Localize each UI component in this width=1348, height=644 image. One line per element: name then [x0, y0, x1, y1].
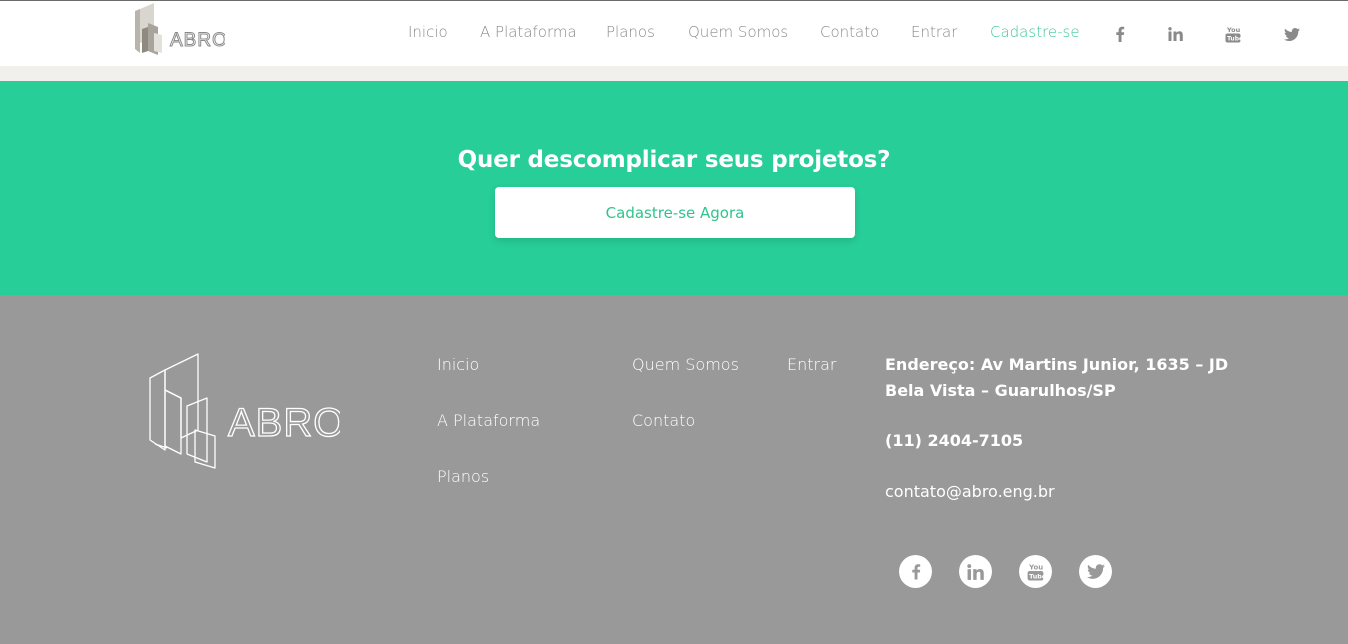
nav-entrar[interactable]: Entrar	[911, 23, 957, 41]
nav-contato[interactable]: Contato	[820, 23, 879, 41]
header-spacer	[0, 66, 1348, 81]
abro-footer-logo: ABRO	[149, 353, 340, 469]
site-footer: ABRO Inicio A Plataforma Planos Quem Som…	[0, 295, 1348, 644]
svg-text:Tube: Tube	[1029, 573, 1044, 580]
nav-planos[interactable]: Planos	[606, 23, 655, 41]
svg-text:ABRO: ABRO	[228, 401, 340, 445]
footer-link-a-plataforma[interactable]: A Plataforma	[437, 411, 540, 430]
twitter-icon[interactable]	[1283, 25, 1301, 43]
cta-section: Quer descomplicar seus projetos? Cadastr…	[0, 81, 1348, 295]
site-header: ABRO Inicio A Plataforma Planos Quem Som…	[0, 0, 1348, 66]
footer-address-line1: Endereço: Av Martins Junior, 1635 – JD	[885, 355, 1229, 374]
footer-facebook-icon[interactable]	[899, 555, 932, 588]
footer-twitter-icon[interactable]	[1079, 555, 1112, 588]
svg-text:You: You	[1028, 563, 1043, 571]
svg-text:You: You	[1226, 26, 1241, 34]
nav-inicio[interactable]: Inicio	[408, 23, 448, 41]
youtube-icon[interactable]: You Tube	[1224, 25, 1242, 43]
footer-link-planos[interactable]: Planos	[437, 467, 489, 486]
footer-link-quem-somos[interactable]: Quem Somos	[632, 355, 739, 374]
nav-cadastre-se[interactable]: Cadastre-se	[990, 23, 1080, 41]
main-nav: Inicio A Plataforma Planos Quem Somos Co…	[0, 23, 1348, 47]
nav-a-plataforma[interactable]: A Plataforma	[480, 23, 577, 41]
svg-text:Tube: Tube	[1227, 36, 1241, 43]
cta-title: Quer descomplicar seus projetos?	[457, 147, 891, 173]
footer-youtube-icon[interactable]: You Tube	[1019, 555, 1052, 588]
nav-quem-somos[interactable]: Quem Somos	[688, 23, 788, 41]
footer-phone: (11) 2404-7105	[885, 431, 1024, 450]
footer-email[interactable]: contato@abro.eng.br	[885, 479, 1055, 505]
footer-link-entrar[interactable]: Entrar	[787, 355, 836, 374]
footer-link-contato[interactable]: Contato	[632, 411, 695, 430]
footer-address-line2: Bela Vista – Guarulhos/SP	[885, 381, 1116, 400]
facebook-icon[interactable]	[1111, 25, 1129, 43]
footer-link-inicio[interactable]: Inicio	[437, 355, 479, 374]
footer-linkedin-icon[interactable]	[959, 555, 992, 588]
signup-now-button[interactable]: Cadastre-se Agora	[495, 187, 855, 238]
linkedin-icon[interactable]	[1166, 25, 1184, 43]
